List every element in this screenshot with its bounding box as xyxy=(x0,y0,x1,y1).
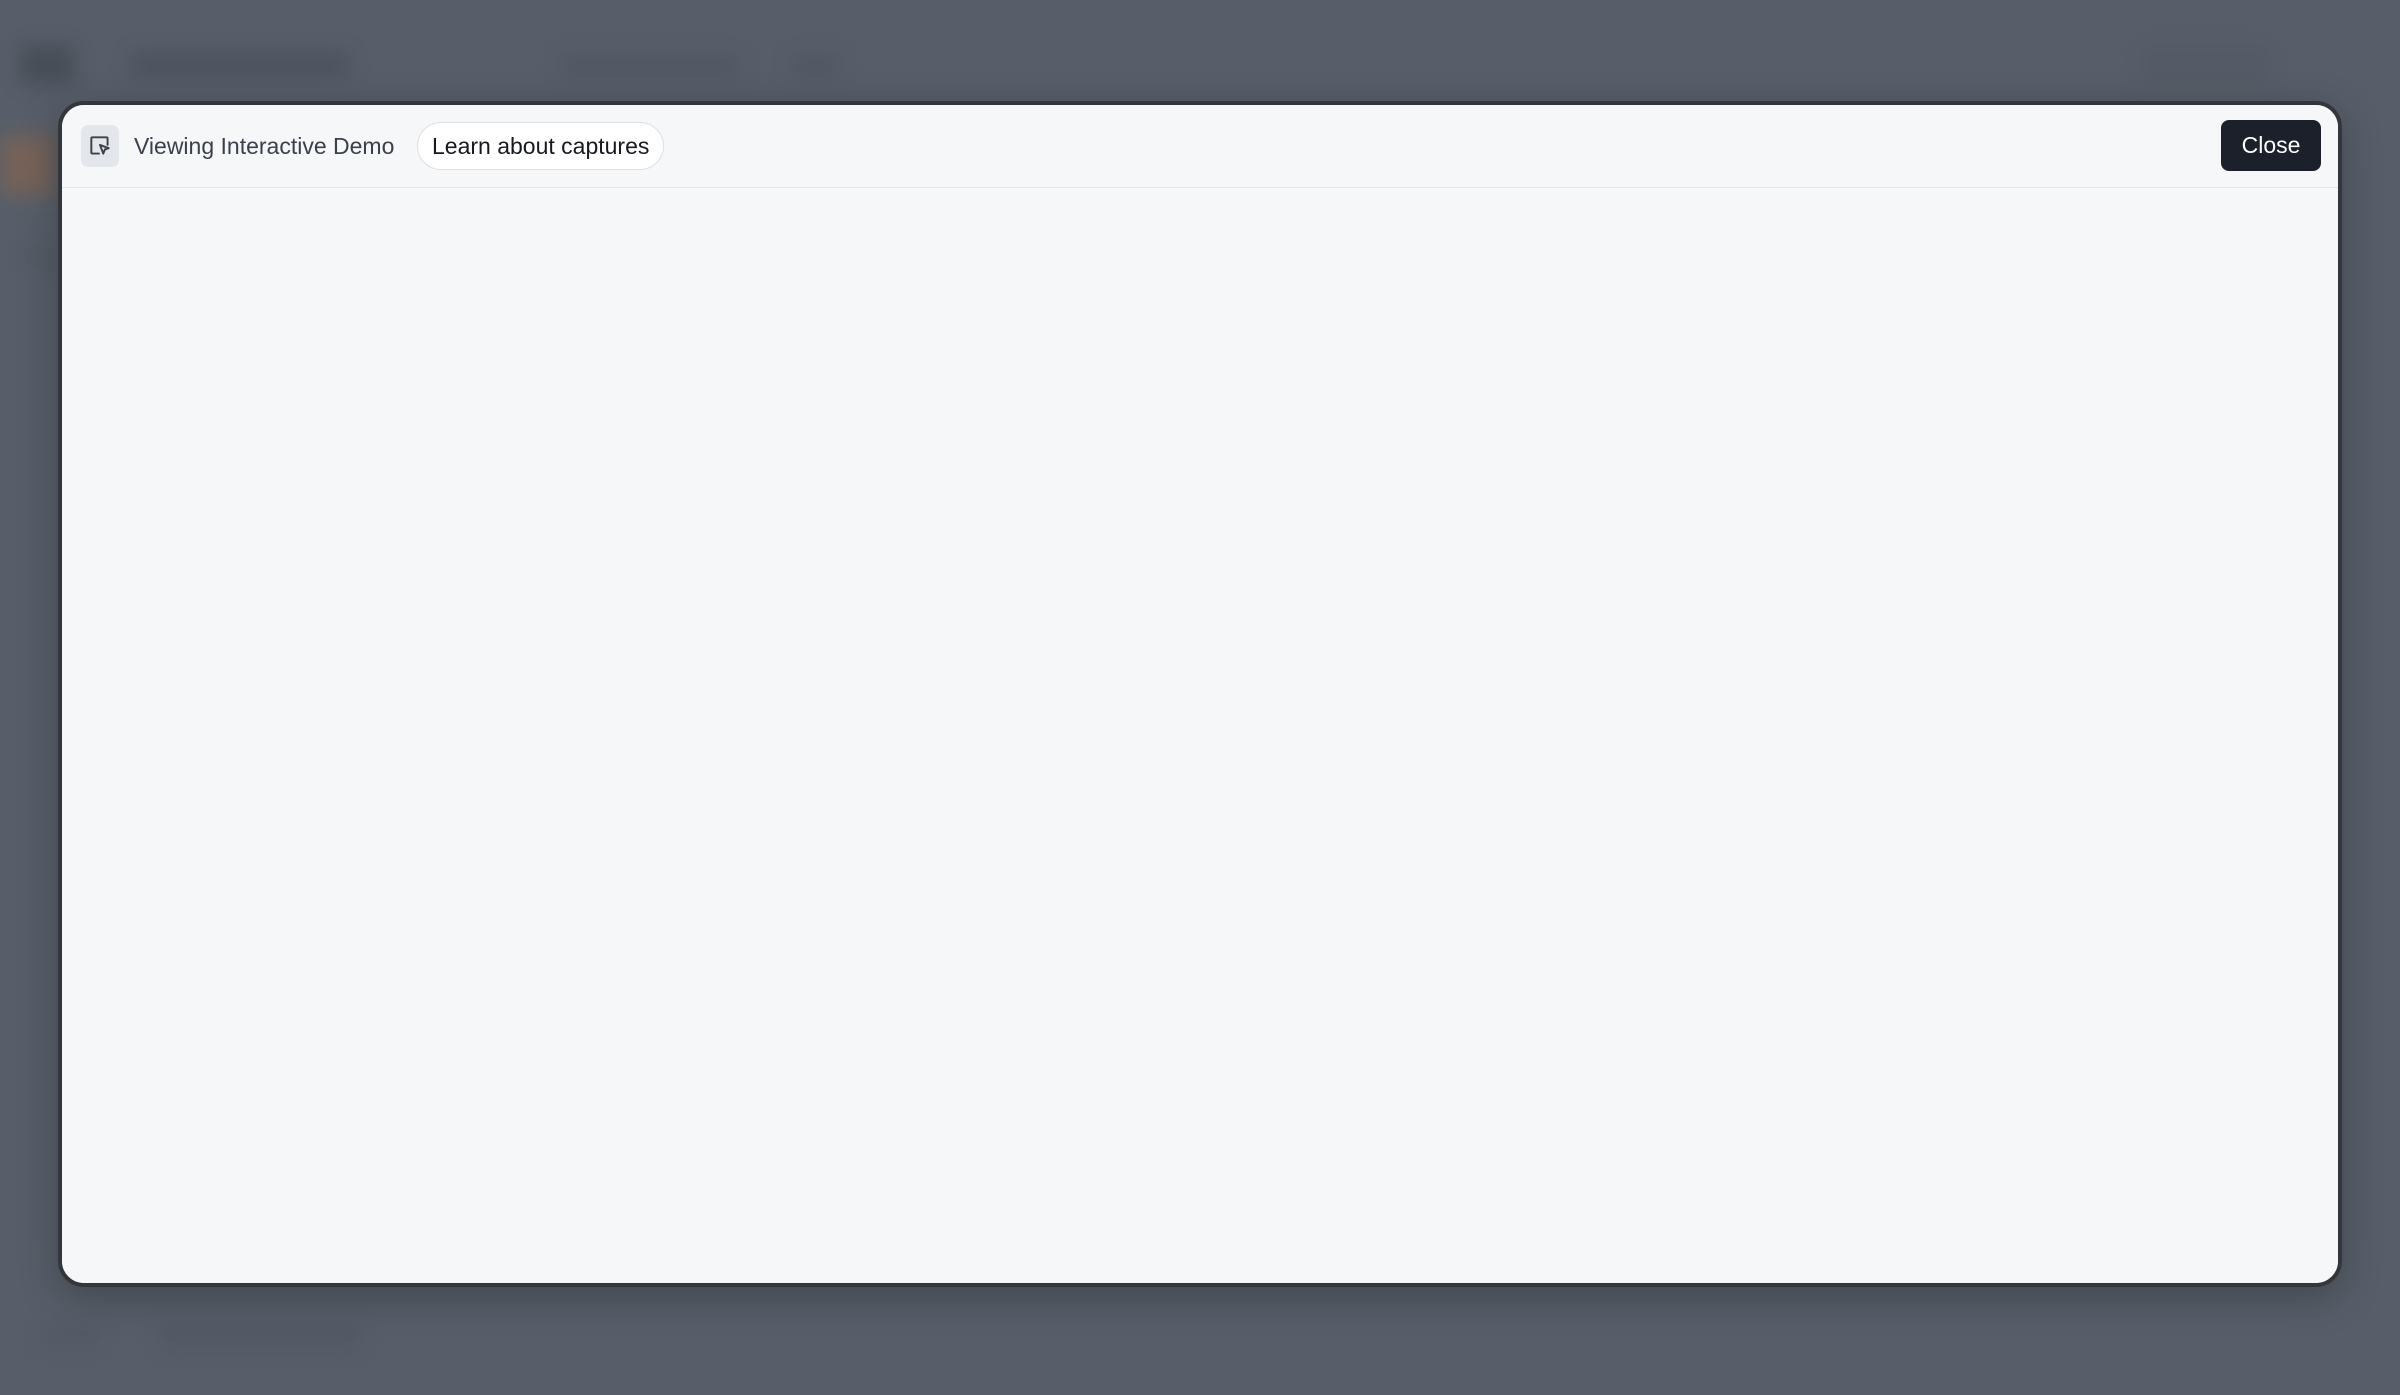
background-action xyxy=(2140,45,2270,83)
modal-header: Viewing Interactive Demo Learn about cap… xyxy=(62,105,2338,188)
background-footer-item xyxy=(40,1330,100,1346)
background-nav-item xyxy=(560,55,740,75)
background-sidebar-accent xyxy=(0,135,55,195)
close-button[interactable]: Close xyxy=(2221,120,2321,171)
background-logo xyxy=(20,45,75,85)
background-sidebar-item xyxy=(25,250,55,264)
demo-viewer-modal: Viewing Interactive Demo Learn about cap… xyxy=(58,101,2342,1287)
background-title xyxy=(130,52,350,78)
cursor-click-icon xyxy=(81,125,119,167)
background-footer-item xyxy=(160,1325,360,1351)
learn-about-captures-button[interactable]: Learn about captures xyxy=(417,122,665,170)
background-nav-item xyxy=(790,55,840,75)
viewing-demo-label: Viewing Interactive Demo xyxy=(134,133,395,159)
demo-content-area xyxy=(62,188,2338,1283)
